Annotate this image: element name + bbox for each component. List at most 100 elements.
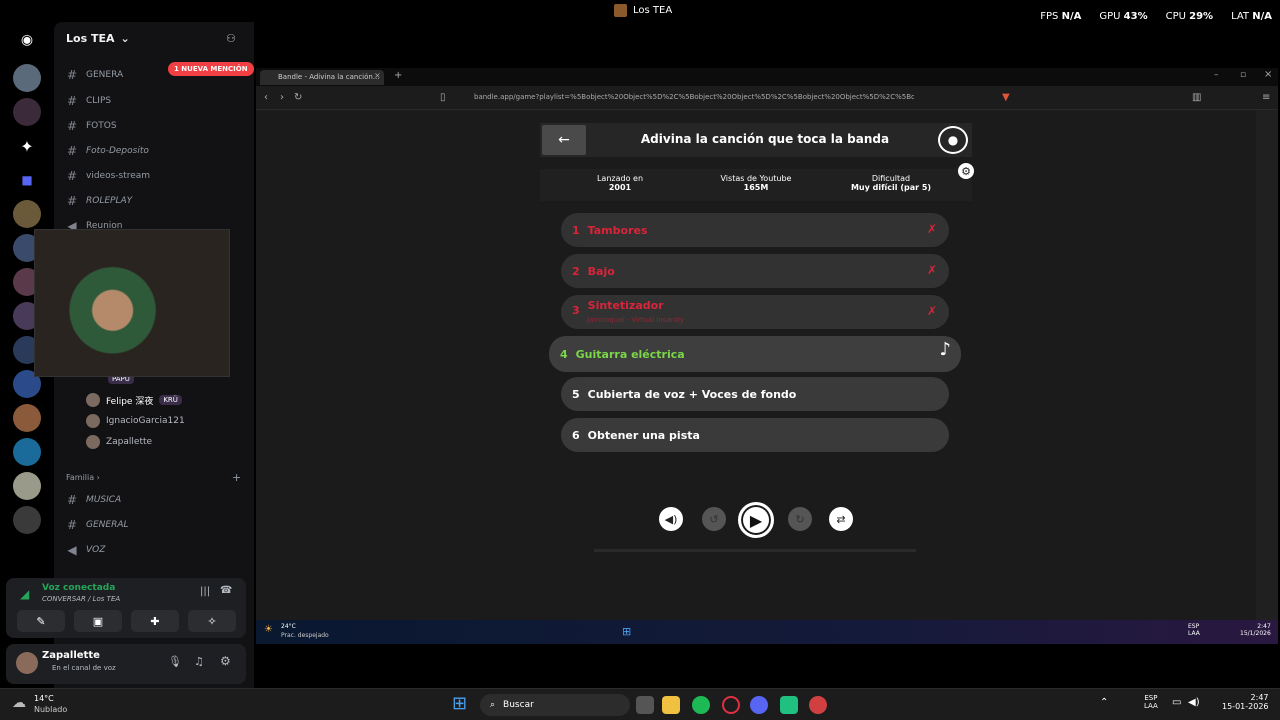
activities-button[interactable]: ✚: [131, 610, 179, 632]
voice-member[interactable]: Zapallette: [86, 435, 152, 449]
voice-member[interactable]: IgnacioGarcia121: [86, 414, 185, 428]
webcam-overlay: [34, 229, 230, 377]
server-icon[interactable]: [13, 506, 41, 534]
channel-videos-stream[interactable]: # videos-stream: [66, 169, 150, 183]
avatar: [86, 414, 100, 428]
taskbar-search[interactable]: ⌕ Buscar: [480, 694, 630, 716]
channel-fotos[interactable]: # FOTOS: [66, 119, 117, 133]
network-icon[interactable]: ▭: [1172, 697, 1181, 708]
fps-stat: FPS N/A: [1040, 11, 1082, 22]
server-icon[interactable]: ■: [13, 166, 41, 194]
camera-off-button[interactable]: ✎: [17, 610, 65, 632]
maximize-icon[interactable]: ▫: [1240, 70, 1246, 80]
language-indicator[interactable]: ESP LAA: [1144, 694, 1158, 710]
settings-gear-icon[interactable]: ⚙: [220, 654, 231, 668]
soundboard-button[interactable]: ✧: [188, 610, 236, 632]
track-row[interactable]: 2 Bajo ✗: [561, 254, 949, 288]
fail-icon: ✗: [926, 263, 937, 277]
channel-general-familia[interactable]: # GENERAL: [66, 518, 129, 532]
track-row[interactable]: 3 Sintetizador Jamiroquai - Virtual Insan…: [561, 295, 949, 329]
server-name-header[interactable]: Los TEA ⌄: [66, 32, 130, 45]
menu-icon[interactable]: ≡: [1262, 92, 1270, 103]
voice-member[interactable]: Felipe 深夜 KRÜ: [86, 393, 182, 407]
game-header: ← Adivina la canción que toca la banda ●: [540, 123, 972, 157]
microphone-icon[interactable]: 🎙: [168, 655, 182, 668]
release-year: Lanzado en 2001: [596, 174, 644, 192]
add-channel-icon[interactable]: +: [232, 471, 241, 484]
opera-icon[interactable]: [722, 696, 740, 714]
brave-shield-icon[interactable]: ▼: [1002, 92, 1010, 103]
avatar: [86, 393, 100, 407]
close-tab-icon[interactable]: ×: [374, 71, 381, 80]
discord-icon[interactable]: [750, 696, 768, 714]
headphones-icon[interactable]: ♫: [194, 655, 204, 668]
server-icon[interactable]: [13, 472, 41, 500]
hash-icon: #: [66, 493, 78, 507]
chevron-down-icon: ⌄: [120, 32, 130, 45]
server-icon[interactable]: [13, 98, 41, 126]
windows-start-icon[interactable]: ⊞: [452, 694, 467, 714]
bookmark-icon[interactable]: ▯: [440, 92, 446, 103]
discord-home-icon[interactable]: ◉: [13, 26, 41, 54]
browser-window: Bandle - Adivina la canción... × + – ▫ ×…: [256, 68, 1278, 644]
rewind-icon[interactable]: ↺: [702, 507, 726, 531]
back-icon[interactable]: ‹: [264, 92, 268, 103]
forward-icon[interactable]: ↻: [788, 507, 812, 531]
disconnect-icon[interactable]: ☎: [220, 585, 232, 596]
user-icon[interactable]: ●: [938, 126, 968, 154]
new-tab-icon[interactable]: +: [394, 70, 402, 81]
windows-start-icon[interactable]: ⊞: [622, 625, 631, 638]
lat-stat: LAT N/A: [1231, 11, 1272, 22]
window-title: Los TEA: [614, 4, 672, 17]
server-icon[interactable]: [13, 64, 41, 92]
taskbar-clock[interactable]: 2:47 15-01-2026: [1222, 693, 1269, 711]
channel-roleplay[interactable]: # ROLEPLAY: [66, 194, 132, 208]
server-icon[interactable]: [13, 404, 41, 432]
channel-foto-deposito[interactable]: # Foto-Deposito: [66, 144, 149, 158]
volume-icon[interactable]: ◀): [1188, 697, 1200, 708]
server-icon: [614, 4, 627, 17]
window-titlebar: Los TEA FPS N/A GPU 43% CPU 29% LAT N/A: [0, 0, 1280, 22]
app-icon[interactable]: [809, 696, 827, 714]
guitar-icon: ♪: [939, 339, 952, 360]
screen-share-button[interactable]: ▣: [74, 610, 122, 632]
settings-gear-icon[interactable]: ⚙: [958, 163, 974, 179]
channel-clips[interactable]: # CLIPS: [66, 94, 111, 108]
hint-row[interactable]: 6 Obtener una pista: [561, 418, 949, 452]
play-button[interactable]: ▶: [738, 502, 774, 538]
progress-bar[interactable]: [594, 549, 916, 552]
category-familia[interactable]: Familia ›: [66, 473, 100, 482]
back-button[interactable]: ←: [542, 125, 586, 155]
server-icon[interactable]: [13, 200, 41, 228]
reload-icon[interactable]: ↻: [294, 92, 302, 103]
file-explorer-icon[interactable]: [662, 696, 680, 714]
sidebar-icon[interactable]: ▥: [1192, 92, 1201, 103]
task-view-icon[interactable]: [636, 696, 654, 714]
channel-voz[interactable]: ◀ VOZ: [66, 543, 105, 557]
close-window-icon[interactable]: ×: [1264, 69, 1272, 80]
track-row[interactable]: 1 Tambores ✗: [561, 213, 949, 247]
voice-channel[interactable]: CONVERSAR / Los TEA: [42, 595, 120, 603]
forward-icon[interactable]: ›: [280, 92, 284, 103]
streamed-taskbar: ☀ 24°C Prac. despejado ⊞ ESP LAA 2:47 15/1…: [256, 620, 1278, 644]
app-icon[interactable]: [780, 696, 798, 714]
avatar[interactable]: [16, 652, 38, 674]
invite-icon[interactable]: ⚇: [226, 32, 236, 45]
server-icon[interactable]: ✦: [13, 132, 41, 160]
noise-suppression-icon[interactable]: |||: [200, 586, 210, 597]
channel-general[interactable]: # GENERA: [66, 68, 123, 82]
volume-icon[interactable]: ◀): [659, 507, 683, 531]
track-row-active[interactable]: 4 Guitarra eléctrica ♪: [549, 336, 961, 372]
track-row[interactable]: 5 Cubierta de voz + Voces de fondo: [561, 377, 949, 411]
user-status: En el canal de voz: [52, 664, 116, 672]
channel-musica[interactable]: # MUSICA: [66, 493, 121, 507]
tray-chevron-icon[interactable]: ⌃: [1100, 697, 1108, 708]
browser-tab[interactable]: Bandle - Adivina la canción...: [260, 70, 384, 85]
server-icon[interactable]: [13, 438, 41, 466]
minimize-icon[interactable]: –: [1214, 70, 1219, 80]
spotify-icon[interactable]: [692, 696, 710, 714]
search-icon: ⌕: [490, 700, 496, 710]
shuffle-icon[interactable]: ⇄: [829, 507, 853, 531]
address-bar[interactable]: bandle.app/game?playlist=%5Bobject%20Obj…: [474, 93, 914, 101]
new-mention-badge[interactable]: 1 NUEVA MENCIÓN: [168, 62, 254, 76]
